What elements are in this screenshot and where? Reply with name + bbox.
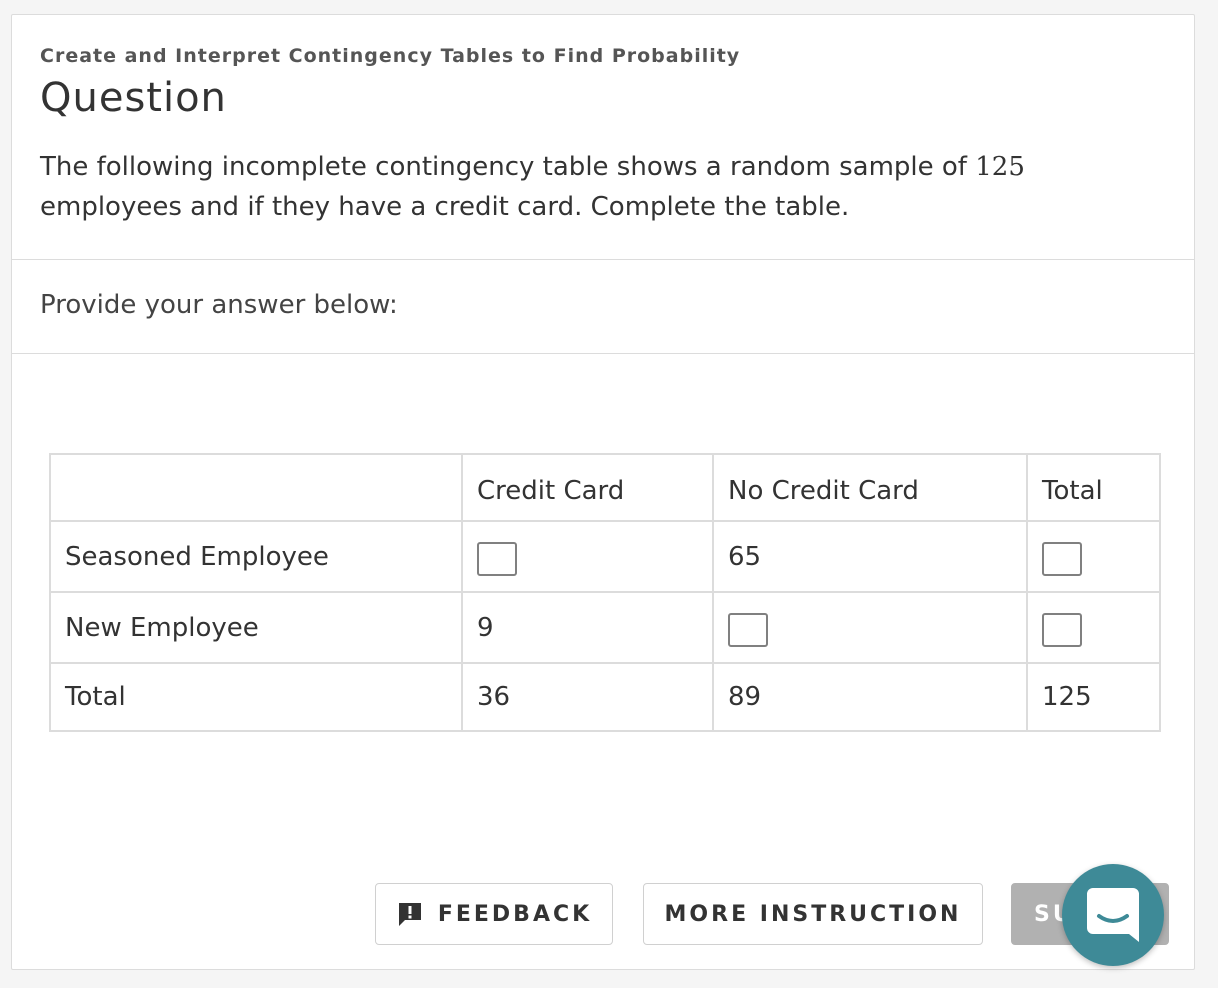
new-total-input[interactable]: [1042, 612, 1082, 647]
table-cell: 125: [1026, 662, 1161, 732]
feedback-icon: [396, 900, 424, 928]
table-row: Total 36 89 125: [49, 662, 1161, 732]
new-no-credit-card-input[interactable]: [728, 612, 768, 647]
action-bar: FEEDBACK MORE INSTRUCTION SU: [12, 883, 1194, 945]
table-cell: 9: [461, 591, 714, 664]
table-cell: 36: [461, 662, 714, 732]
question-number: 125: [975, 152, 1025, 182]
table-header-total: Total: [1026, 453, 1161, 522]
page-title: Question: [40, 75, 227, 121]
lesson-title: Create and Interpret Contingency Tables …: [40, 45, 741, 67]
feedback-label: FEEDBACK: [437, 901, 593, 927]
table-header-row: Credit Card No Credit Card Total: [49, 453, 1161, 522]
more-instruction-button[interactable]: MORE INSTRUCTION: [643, 883, 983, 945]
answer-section-header: Provide your answer below:: [12, 260, 1194, 354]
table-header-no-credit-card: No Credit Card: [712, 453, 1028, 522]
seasoned-total-input[interactable]: [1042, 541, 1082, 576]
row-label: Seasoned Employee: [49, 520, 463, 593]
table-cell: [712, 591, 1028, 664]
question-card: Create and Interpret Contingency Tables …: [11, 14, 1195, 970]
feedback-button[interactable]: FEEDBACK: [375, 883, 613, 945]
seasoned-credit-card-input[interactable]: [477, 541, 517, 576]
table-cell: [461, 520, 714, 593]
chat-icon: [1087, 888, 1139, 942]
question-header: Create and Interpret Contingency Tables …: [12, 15, 1194, 260]
table-row: Seasoned Employee 65: [49, 520, 1161, 593]
table-cell: [1026, 591, 1161, 664]
question-text-part1: The following incomplete contingency tab…: [40, 152, 976, 182]
table-cell: 65: [712, 520, 1028, 593]
row-label: Total: [49, 662, 463, 732]
question-text: The following incomplete contingency tab…: [40, 147, 1050, 227]
table-header-credit-card: Credit Card: [461, 453, 714, 522]
chat-launcher[interactable]: [1062, 864, 1164, 966]
more-instruction-label: MORE INSTRUCTION: [664, 901, 962, 927]
table-row: New Employee 9: [49, 591, 1161, 664]
contingency-table: Credit Card No Credit Card Total Seasone…: [49, 453, 1161, 732]
table-cell: [1026, 520, 1161, 593]
table-header-empty: [49, 453, 463, 522]
row-label: New Employee: [49, 591, 463, 664]
question-text-part2: employees and if they have a credit card…: [40, 192, 850, 222]
table-cell: 89: [712, 662, 1028, 732]
answer-label: Provide your answer below:: [40, 290, 398, 320]
